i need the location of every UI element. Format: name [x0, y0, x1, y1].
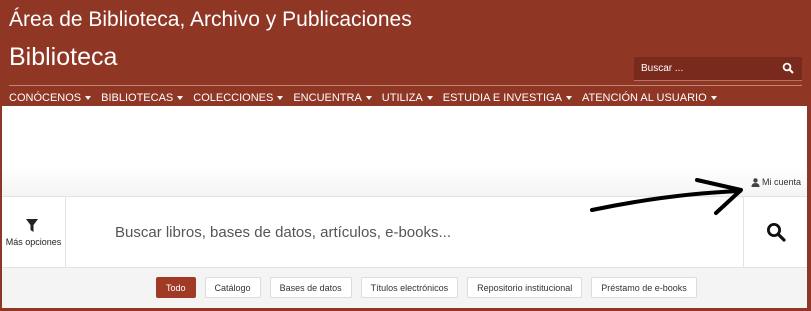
caret-down-icon: [710, 96, 717, 100]
main-nav: CONÓCENOS BIBLIOTECAS COLECCIONES ENCUEN…: [9, 91, 727, 105]
nav-label: COLECCIONES: [193, 92, 274, 104]
nav-item-atencion[interactable]: ATENCIÓN AL USUARIO: [582, 91, 717, 105]
discovery-search-input[interactable]: [115, 219, 675, 245]
nav-label: CONÓCENOS: [9, 92, 82, 104]
header-divider: [9, 85, 802, 86]
caret-down-icon: [85, 96, 92, 100]
search-icon[interactable]: [782, 62, 794, 74]
nav-label: ENCUENTRA: [293, 92, 362, 104]
my-account-link[interactable]: Mi cuenta: [751, 177, 801, 187]
caret-down-icon: [177, 96, 184, 100]
user-icon: [751, 177, 760, 187]
filter-prestamo-ebooks[interactable]: Préstamo de e-books: [591, 277, 697, 298]
nav-item-estudia[interactable]: ESTUDIA E INVESTIGA: [443, 91, 572, 105]
more-options-button[interactable]: Más opciones: [2, 197, 66, 267]
my-account-label: Mi cuenta: [761, 177, 801, 187]
magnifier-icon: [767, 223, 786, 242]
filter-bases-de-datos[interactable]: Bases de datos: [269, 277, 352, 298]
header-search: [634, 57, 802, 81]
filter-catalogo[interactable]: Catálogo: [204, 277, 261, 298]
filter-funnel-icon: [26, 219, 38, 232]
header-search-input[interactable]: [634, 57, 774, 80]
caret-down-icon: [565, 96, 572, 100]
filter-todo[interactable]: Todo: [156, 277, 196, 298]
filter-titulos-electronicos[interactable]: Títulos electrónicos: [360, 277, 459, 298]
discovery-panel: Mi cuenta Más opciones Todo Catálogo Bas…: [2, 106, 807, 308]
nav-label: BIBLIOTECAS: [101, 92, 174, 104]
nav-item-encuentra[interactable]: ENCUENTRA: [293, 91, 372, 105]
nav-item-utiliza[interactable]: UTILIZA: [382, 91, 433, 105]
nav-item-conocenos[interactable]: CONÓCENOS: [9, 91, 92, 105]
filter-repositorio-institucional[interactable]: Repositorio institucional: [467, 277, 583, 298]
caret-down-icon: [365, 96, 372, 100]
site-header: Área de Biblioteca, Archivo y Publicacio…: [0, 0, 811, 106]
nav-label: UTILIZA: [381, 92, 423, 104]
site-title[interactable]: Área de Biblioteca, Archivo y Publicacio…: [9, 8, 412, 32]
discovery-search-button[interactable]: [743, 197, 807, 267]
discovery-search-bar: Más opciones: [2, 196, 807, 268]
scope-filters: Todo Catálogo Bases de datos Títulos ele…: [156, 277, 706, 298]
section-title[interactable]: Biblioteca: [9, 43, 117, 72]
caret-down-icon: [426, 96, 433, 100]
caret-down-icon: [277, 96, 284, 100]
nav-label: ATENCIÓN AL USUARIO: [581, 92, 707, 104]
nav-item-bibliotecas[interactable]: BIBLIOTECAS: [101, 91, 184, 105]
nav-item-colecciones[interactable]: COLECCIONES: [193, 91, 284, 105]
more-options-label: Más opciones: [5, 237, 62, 247]
nav-label: ESTUDIA E INVESTIGA: [442, 92, 562, 104]
